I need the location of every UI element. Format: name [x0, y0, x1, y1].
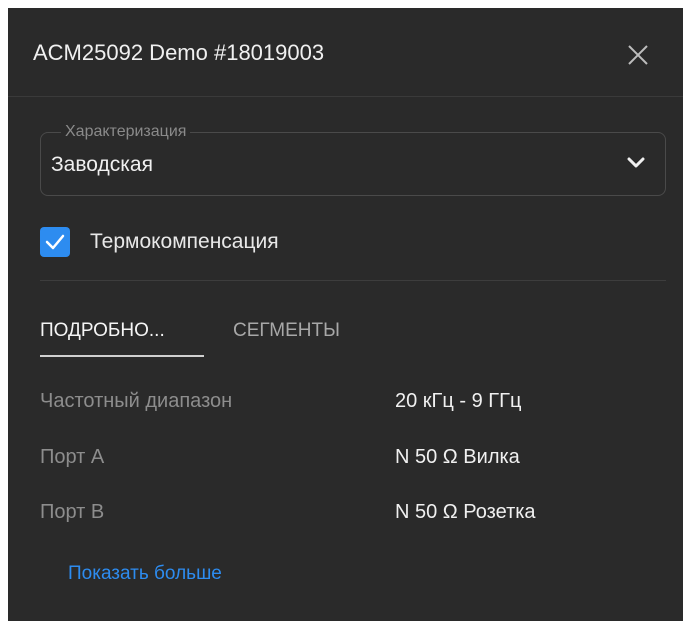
checkmark-icon [45, 234, 65, 250]
characterization-label: Характеризация [61, 122, 191, 142]
chevron-down-icon[interactable] [625, 155, 647, 171]
show-more-link[interactable]: Показать больше [68, 563, 222, 585]
detail-row-port-b: Порт B N 50 Ω Розетка [40, 501, 660, 531]
thermo-compensation-row[interactable]: Термокомпенсация [40, 226, 279, 258]
close-icon [628, 45, 648, 65]
detail-label: Порт B [40, 501, 105, 523]
detail-value: N 50 Ω Вилка [395, 446, 520, 468]
detail-row-frequency-range: Частотный диапазон 20 кГц - 9 ГГц [40, 390, 660, 420]
detail-label: Порт A [40, 446, 105, 468]
divider [40, 280, 666, 281]
detail-label: Частотный диапазон [40, 390, 233, 412]
detail-value: 20 кГц - 9 ГГц [395, 390, 522, 412]
tab-segments[interactable]: СЕГМЕНТЫ [233, 320, 340, 342]
panel-title: ACM25092 Demo #18019003 [33, 40, 325, 65]
panel-header: ACM25092 Demo #18019003 [8, 8, 683, 97]
active-tab-indicator [40, 355, 204, 357]
close-button[interactable] [621, 38, 655, 72]
thermo-compensation-label: Термокомпенсация [90, 230, 279, 253]
detail-row-port-a: Порт A N 50 Ω Вилка [40, 446, 660, 476]
device-panel: ACM25092 Demo #18019003 Характеризация З… [8, 8, 683, 621]
characterization-value: Заводская [51, 153, 153, 176]
detail-value: N 50 Ω Розетка [395, 501, 536, 523]
characterization-select[interactable]: Характеризация Заводская [40, 122, 666, 196]
tab-details[interactable]: ПОДРОБНО... [40, 320, 165, 342]
thermo-compensation-checkbox[interactable] [40, 227, 70, 257]
